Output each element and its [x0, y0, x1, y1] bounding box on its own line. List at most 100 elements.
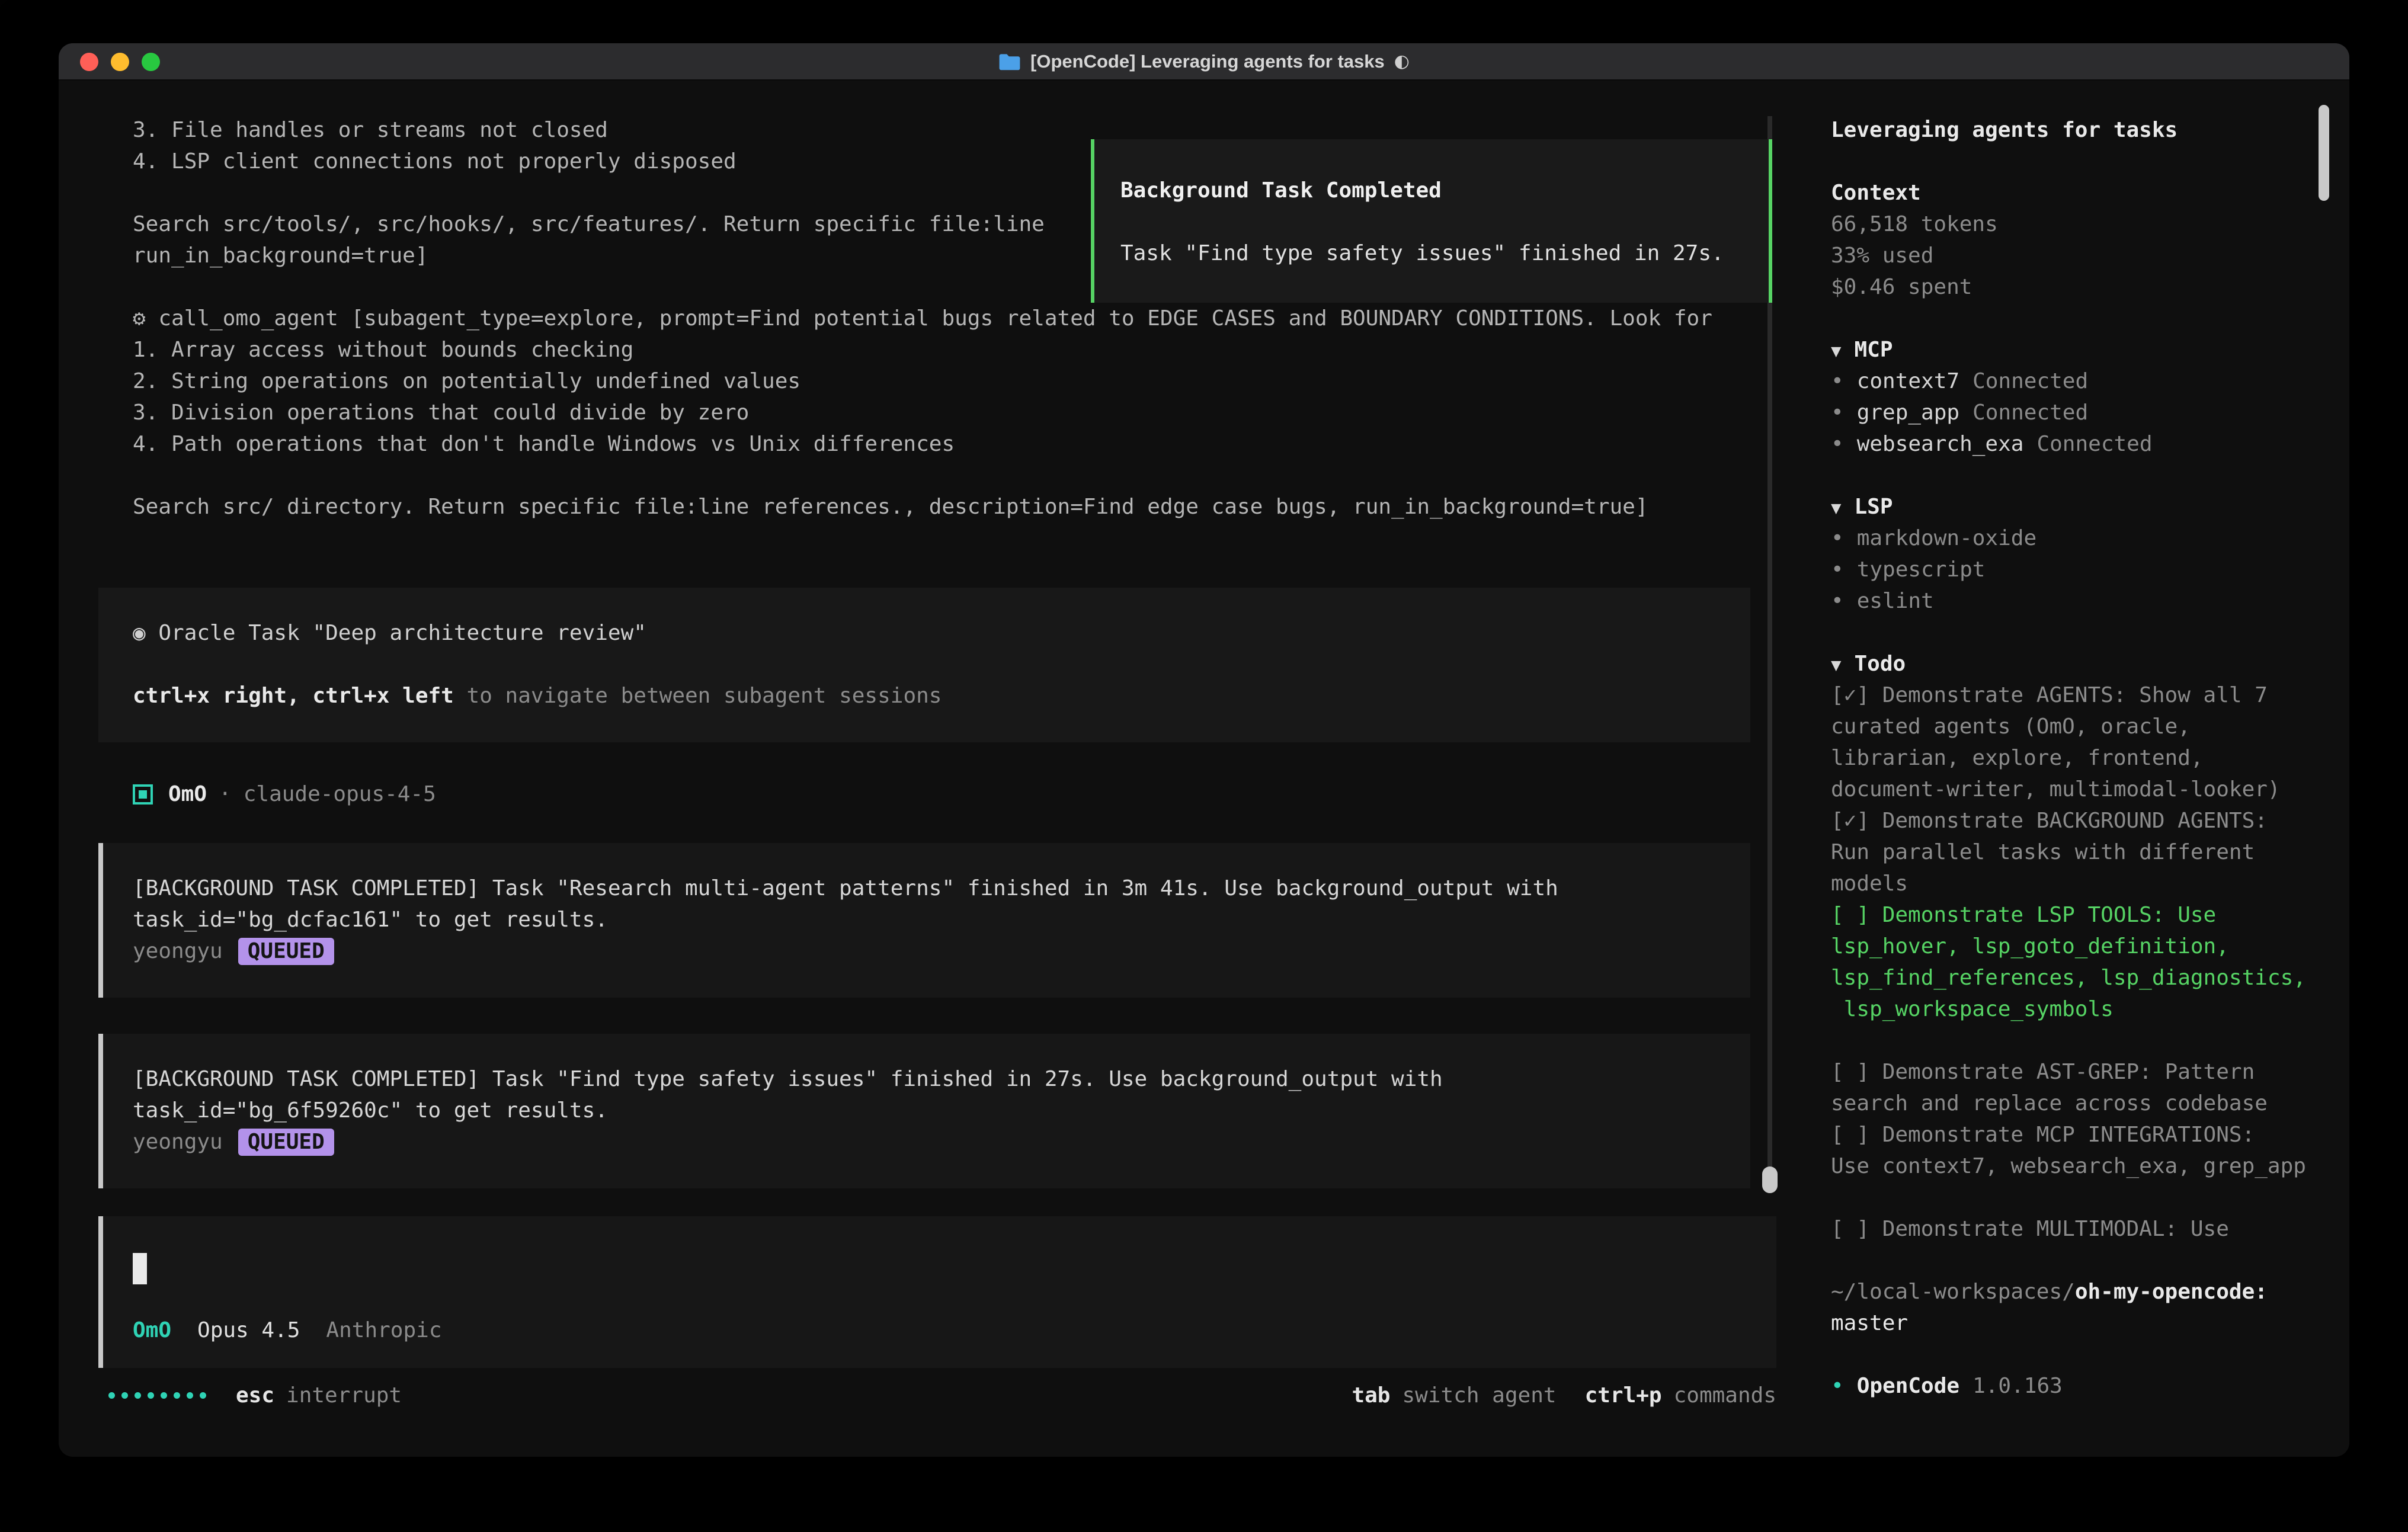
todo-line: search and replace across codebase: [1831, 1088, 2329, 1119]
todo-line: curated agents (OmO, oracle,: [1831, 711, 2329, 742]
todo-line: models: [1831, 868, 2329, 899]
tab-key-hint: tab: [1352, 1383, 1390, 1408]
terminal-window: [OpenCode] Leveraging agents for tasks◐ …: [59, 43, 2349, 1457]
mcp-status: Connected: [2036, 432, 2152, 456]
folder-icon: [998, 52, 1021, 71]
triangle-down-icon: ▼: [1831, 498, 1841, 518]
todo-section-header[interactable]: ▼ Todo: [1831, 648, 2329, 680]
bullet-icon: •: [1831, 1374, 1844, 1398]
window-title-text: [OpenCode] Leveraging agents for tasks: [1030, 51, 1385, 72]
esc-key-hint: esc: [236, 1383, 274, 1408]
ctrlp-key-hint: ctrl+p: [1585, 1383, 1662, 1408]
triangle-down-icon: ▼: [1831, 655, 1841, 675]
message-meta: yeongyuQUEUED: [133, 1126, 1750, 1158]
mcp-name: grep_app: [1857, 400, 1959, 425]
busy-spinner-icon: ◐: [1394, 51, 1410, 72]
lsp-name: eslint: [1857, 589, 1934, 613]
toast-title: Background Task Completed: [1120, 175, 1745, 206]
message-card: [BACKGROUND TASK COMPLETED] Task "Resear…: [98, 843, 1750, 998]
zoom-button[interactable]: [142, 53, 160, 71]
message-text: [BACKGROUND TASK COMPLETED] Task "Resear…: [133, 873, 1750, 904]
todo-line: [ ] Demonstrate MCP INTEGRATIONS:: [1831, 1119, 2329, 1150]
workspace-path-prefix: ~/local-workspaces/: [1831, 1280, 2075, 1304]
background-task-toast: Background Task Completed Task "Find typ…: [1091, 139, 1772, 303]
todo-line: [ ] Demonstrate MULTIMODAL: Use: [1831, 1213, 2329, 1245]
oracle-hint: ctrl+x right, ctrl+x left to navigate be…: [133, 680, 1750, 711]
todo-line-active: [ ] Demonstrate LSP TOOLS: Use: [1831, 899, 2329, 931]
sidebar-session-title: Leveraging agents for tasks: [1831, 118, 2178, 142]
agent-model: claude-opus-4-5: [244, 782, 436, 806]
status-left: esc interrupt: [108, 1383, 402, 1408]
main-scrollbar-thumb[interactable]: [1762, 1166, 1778, 1193]
log-line: 2. String operations on potentially unde…: [133, 366, 1712, 397]
mcp-heading: MCP: [1854, 338, 1893, 362]
todo-line: Run parallel tasks with different: [1831, 836, 2329, 868]
mcp-status: Connected: [1972, 400, 2088, 425]
model-provider: Anthropic: [326, 1315, 441, 1346]
bullet-icon: •: [1831, 557, 1844, 582]
text-cursor: [133, 1253, 147, 1284]
activity-dots-icon: [108, 1392, 206, 1399]
workspace-repo: oh-my-opencode:: [2075, 1280, 2268, 1304]
message-author: yeongyu: [133, 939, 223, 963]
log-line: 4. Path operations that don't handle Win…: [133, 428, 1712, 460]
minimize-button[interactable]: [111, 53, 129, 71]
active-agent: OmO: [133, 1315, 171, 1346]
app-version: 1.0.163: [1972, 1374, 2063, 1398]
message-text: [BACKGROUND TASK COMPLETED] Task "Find t…: [133, 1063, 1750, 1095]
todo-line-active: lsp_workspace_symbols: [1831, 993, 2329, 1025]
todo-line: [✓] Demonstrate AGENTS: Show all 7: [1831, 680, 2329, 711]
todo-line: librarian, explore, frontend,: [1831, 742, 2329, 774]
workspace-path: ~/local-workspaces/oh-my-opencode:: [1831, 1276, 2329, 1307]
app-version-line: • OpenCode 1.0.163: [1831, 1370, 2329, 1402]
ctrlp-key-label: commands: [1674, 1383, 1776, 1408]
tab-key-label: switch agent: [1402, 1383, 1556, 1408]
lsp-item: • eslint: [1831, 585, 2329, 617]
context-used: 33% used: [1831, 243, 1933, 268]
todo-heading: Todo: [1854, 652, 1906, 676]
message-meta: yeongyu QUEUED: [133, 935, 1750, 967]
context-heading: Context: [1831, 181, 1921, 205]
bullet-icon: •: [1831, 400, 1844, 425]
mcp-item: • grep_app Connected: [1831, 397, 2329, 428]
hint-keys: ctrl+x right, ctrl+x left: [133, 684, 454, 708]
sidebar-scrollbar-thumb[interactable]: [2319, 105, 2329, 201]
agent-icon-fill: [139, 790, 147, 799]
traffic-lights: [80, 43, 160, 81]
todo-line: Use context7, websearch_exa, grep_app: [1831, 1150, 2329, 1182]
context-spent: $0.46 spent: [1831, 275, 1972, 299]
bullet-icon: •: [1831, 589, 1844, 613]
queued-badge: QUEUED: [238, 938, 334, 965]
mcp-item: •websearch_exaConnected: [1831, 428, 2329, 460]
app-name: OpenCode: [1857, 1374, 1959, 1398]
mcp-section-header[interactable]: ▼MCP: [1831, 334, 2329, 366]
status-bar: esc interrupt tab switch agent ctrl+p comman…: [108, 1380, 1776, 1411]
model-indicator: OmO Opus 4.5 Anthropic: [133, 1315, 442, 1346]
bullet-icon: •: [1831, 526, 1844, 550]
log-line-tool-call: ⚙ call_omo_agent [subagent_type=explore,…: [133, 303, 1712, 334]
mcp-status: Connected: [1972, 369, 2088, 393]
message-card: [BACKGROUND TASK COMPLETED] Task "Find t…: [98, 1034, 1750, 1188]
active-model: Opus 4.5: [197, 1315, 300, 1346]
status-right: tab switch agent ctrl+p commands: [1352, 1383, 1776, 1408]
agent-name: OmO: [168, 782, 207, 806]
message-text: task_id="bg_dcfac161" to get results.: [133, 904, 1750, 935]
queued-badge: QUEUED: [238, 1129, 334, 1156]
lsp-section-header[interactable]: ▼LSP: [1831, 491, 2329, 523]
todo-line: [✓] Demonstrate BACKGROUND AGENTS:: [1831, 805, 2329, 836]
sidebar: Leveraging agents for tasks Context 66,5…: [1831, 114, 2329, 1402]
hint-text: to navigate between subagent sessions: [454, 684, 942, 708]
esc-key-label: interrupt: [286, 1383, 402, 1408]
agent-session-header: OmO · claude-opus-4-5: [133, 778, 436, 810]
mcp-name: websearch_exa: [1857, 432, 2024, 456]
agent-icon: [133, 784, 153, 805]
toast-body: Task "Find type safety issues" finished …: [1120, 238, 1745, 269]
lsp-name: markdown-oxide: [1857, 526, 2036, 550]
todo-line: [ ] Demonstrate AST-GREP: Pattern: [1831, 1056, 2329, 1088]
message-text: task_id="bg_6f59260c" to get results.: [133, 1095, 1750, 1126]
separator-dot: ·: [219, 782, 232, 806]
window-title: [OpenCode] Leveraging agents for tasks ◐: [998, 51, 1410, 72]
log-line: Search src/ directory. Return specific f…: [133, 491, 1712, 523]
prompt-input[interactable]: OmO Opus 4.5 Anthropic: [98, 1216, 1776, 1368]
close-button[interactable]: [80, 53, 98, 71]
